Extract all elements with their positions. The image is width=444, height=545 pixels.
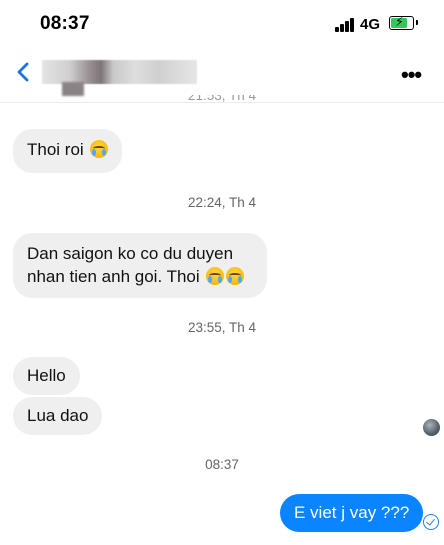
message-text-line: Dan saigon ko co du duyen [27, 244, 234, 263]
timestamp: 08:37 [205, 457, 239, 472]
network-type: 4G [360, 16, 381, 33]
timestamp: 21:53, Th 4 [187, 95, 257, 103]
status-bar: 08:37 4G ⚡ [0, 0, 444, 44]
contact-name-redacted[interactable] [42, 60, 197, 84]
message-text: Thoi roi [27, 140, 84, 159]
sent-check-icon [423, 514, 439, 530]
status-time: 08:37 [40, 13, 90, 34]
incoming-message[interactable]: Lua dao [13, 397, 103, 435]
timestamp: 23:55, Th 4 [187, 320, 257, 335]
cellular-signal-icon [335, 18, 357, 32]
message-text: E viet j vay ??? [294, 503, 410, 522]
crying-face-emoji [206, 267, 225, 285]
outgoing-message[interactable]: E viet j vay ??? [280, 494, 424, 532]
chevron-left-icon[interactable] [14, 61, 34, 83]
incoming-message[interactable]: Dan saigon ko co du duyen nhan tien anh … [13, 233, 267, 298]
incoming-message[interactable]: Hello [13, 357, 80, 395]
timestamp: 22:24, Th 4 [187, 195, 257, 210]
message-text-line: nhan tien anh goi. Thoi [27, 267, 200, 286]
seen-avatar [423, 419, 440, 436]
crying-face-emoji [226, 267, 245, 285]
message-text: Lua dao [27, 406, 89, 425]
battery-charging-icon: ⚡ [389, 14, 418, 30]
crying-face-emoji [90, 140, 109, 158]
message-text: Hello [27, 366, 66, 385]
more-horizontal-icon[interactable]: ••• [401, 64, 422, 86]
incoming-message[interactable]: Thoi roi [13, 129, 123, 173]
contact-name-redacted-part [62, 82, 84, 96]
